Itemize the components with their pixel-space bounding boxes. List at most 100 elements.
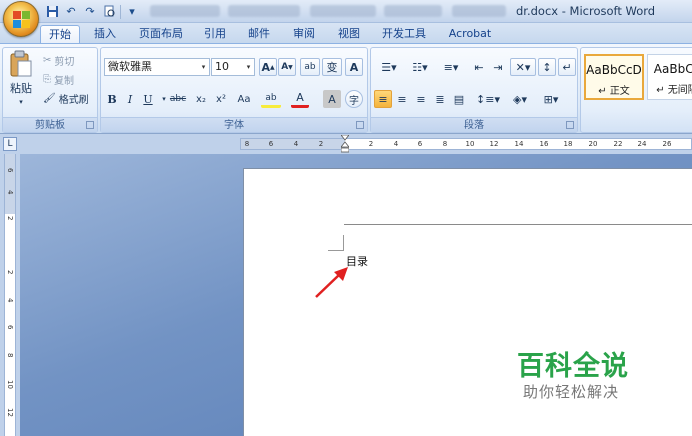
- align-center-button[interactable]: ≡: [393, 90, 411, 108]
- show-marks-button[interactable]: ↵: [558, 58, 576, 76]
- bold-button[interactable]: B: [104, 90, 120, 108]
- font-size-combo[interactable]: 10 ▾: [211, 58, 255, 76]
- clipboard-group-label: 剪贴板: [3, 117, 97, 132]
- document-page[interactable]: 目录: [243, 168, 692, 436]
- clear-format-button[interactable]: ab: [300, 58, 320, 76]
- copy-label: 复制: [54, 75, 74, 87]
- character-border-button[interactable]: A: [345, 58, 363, 76]
- horizontal-ruler-bar: L 8 6 4 2 2 4 6 8 10 12 14 16 18 20 22 2…: [0, 134, 692, 154]
- enclose-characters-button[interactable]: 字: [345, 90, 363, 108]
- character-shading-button[interactable]: A: [323, 90, 341, 108]
- align-center-icon: ≡: [397, 92, 407, 106]
- paragraph-group: ☰▾ ☷▾ ≡▾ ⇤ ⇥ ✕▾ ↕ ↵ ≡ ≡ ≡ ≣ ▤ ↕≡▾ ◈▾ ⊞▾ …: [370, 47, 578, 133]
- vertical-ruler-margin: [5, 154, 15, 214]
- ruler-number: 4: [393, 140, 399, 148]
- highlight-button[interactable]: ab: [261, 90, 281, 108]
- paragraph-group-label: 段落: [371, 117, 577, 132]
- style-normal[interactable]: AaBbCcD ↵ 正文: [584, 54, 644, 100]
- tab-references[interactable]: 引用: [198, 25, 232, 43]
- style-no-spacing-name: ↵ 无间隔: [656, 85, 692, 96]
- tab-home[interactable]: 开始: [40, 25, 80, 43]
- grow-font-button[interactable]: A ▲: [259, 58, 277, 76]
- change-case-button[interactable]: Aa: [233, 90, 255, 108]
- superscript-button[interactable]: x²: [212, 90, 230, 108]
- ruler-number: 6: [6, 325, 14, 330]
- underline-button[interactable]: U: [140, 90, 156, 108]
- ruler-number: 10: [465, 140, 475, 148]
- ribbon: 粘贴 ▾ ✂ 剪切 ⎘ 复制 🖌 格式刷 剪贴板 微软雅黑 ▾ 10 ▾ A ▲ …: [0, 43, 692, 134]
- font-color-button[interactable]: A: [291, 90, 309, 108]
- strikethrough-button[interactable]: abc: [167, 90, 189, 108]
- align-left-button[interactable]: ≡: [374, 90, 392, 108]
- decrease-indent-button[interactable]: ⇤: [470, 58, 488, 76]
- font-size-value: 10: [215, 60, 229, 73]
- tab-view[interactable]: 视图: [332, 25, 366, 43]
- shrink-font-button[interactable]: A ▼: [278, 58, 296, 76]
- indent-marker-icon[interactable]: [341, 135, 349, 153]
- justify-button[interactable]: ≣: [431, 90, 449, 108]
- ruler-number: 8: [244, 140, 250, 148]
- distributed-button[interactable]: ▤: [450, 90, 468, 108]
- ruler-number: 20: [588, 140, 598, 148]
- bullets-button[interactable]: ☰▾: [374, 58, 404, 76]
- multilevel-list-button[interactable]: ≡▾: [436, 58, 466, 76]
- style-normal-name: ↵ 正文: [598, 86, 630, 97]
- font-name-dropdown-icon: ▾: [201, 63, 206, 71]
- shading-button[interactable]: ◈▾: [506, 90, 534, 108]
- red-arrow-icon: [315, 267, 348, 298]
- ruler-number: 4: [293, 140, 299, 148]
- bullets-icon: ☰▾: [381, 60, 397, 74]
- tab-developer[interactable]: 开发工具: [376, 25, 432, 43]
- ruler-tab-selector[interactable]: L: [3, 137, 17, 151]
- paste-button[interactable]: 粘贴 ▾: [6, 50, 36, 106]
- undo-icon[interactable]: ↶: [63, 4, 79, 20]
- ruler-number: 14: [514, 140, 524, 148]
- save-icon[interactable]: [44, 4, 60, 20]
- print-preview-icon[interactable]: [101, 4, 117, 20]
- ruler-number: 8: [6, 353, 14, 358]
- title-bar: ↶ ↷ ▾ dr.docx - Microsoft Word: [0, 0, 692, 23]
- tab-page-layout[interactable]: 页面布局: [134, 25, 188, 43]
- ruler-number: 12: [6, 408, 14, 417]
- format-painter-button[interactable]: 🖌 格式刷: [43, 90, 89, 106]
- format-painter-label: 格式刷: [58, 94, 89, 106]
- paragraph-dialog-launcher[interactable]: [566, 121, 574, 129]
- borders-button[interactable]: ⊞▾: [537, 90, 565, 108]
- quick-access-toolbar: ↶ ↷ ▾: [44, 3, 140, 20]
- ruler-number: 2: [368, 140, 374, 148]
- clipboard-dialog-launcher[interactable]: [86, 121, 94, 129]
- justify-icon: ≣: [435, 92, 445, 106]
- qat-separator: [120, 4, 121, 19]
- font-dialog-launcher[interactable]: [356, 121, 364, 129]
- vertical-ruler[interactable]: 6 4 2 2 4 6 8 10 12: [0, 154, 20, 436]
- paste-label: 粘贴: [10, 82, 32, 95]
- tab-mailings[interactable]: 邮件: [242, 25, 276, 43]
- ribbon-tabs: 开始 插入 页面布局 引用 邮件 审阅 视图 开发工具 Acrobat: [0, 23, 692, 43]
- customize-icon[interactable]: ▾: [124, 4, 140, 20]
- ruler-number: 24: [637, 140, 647, 148]
- align-right-icon: ≡: [416, 92, 426, 106]
- ruler-number: 26: [662, 140, 672, 148]
- numbering-button[interactable]: ☷▾: [405, 58, 435, 76]
- cut-button[interactable]: ✂ 剪切: [43, 52, 74, 68]
- font-name-combo[interactable]: 微软雅黑 ▾: [104, 58, 210, 76]
- sort-button[interactable]: ↕: [538, 58, 556, 76]
- style-no-spacing[interactable]: AaBbCc ↵ 无间隔: [647, 54, 692, 100]
- tab-review[interactable]: 审阅: [287, 25, 321, 43]
- copy-button[interactable]: ⎘ 复制: [43, 71, 74, 87]
- line-spacing-button[interactable]: ↕≡▾: [475, 90, 501, 108]
- horizontal-ruler[interactable]: 8 6 4 2 2 4 6 8 10 12 14 16 18 20 22 24 …: [240, 138, 692, 150]
- office-button[interactable]: [3, 1, 39, 37]
- subscript-button[interactable]: x₂: [192, 90, 210, 108]
- ruler-number: 6: [6, 168, 14, 173]
- tab-acrobat[interactable]: Acrobat: [444, 25, 496, 43]
- tab-insert[interactable]: 插入: [86, 25, 124, 43]
- copy-icon: ⎘: [43, 73, 51, 85]
- phonetic-guide-button[interactable]: 变: [322, 58, 342, 76]
- redo-icon[interactable]: ↷: [82, 4, 98, 20]
- align-right-button[interactable]: ≡: [412, 90, 430, 108]
- ruler-number: 2: [6, 270, 14, 275]
- increase-indent-button[interactable]: ⇥: [489, 58, 507, 76]
- italic-button[interactable]: I: [122, 90, 138, 108]
- chinese-layout-button[interactable]: ✕▾: [510, 58, 536, 76]
